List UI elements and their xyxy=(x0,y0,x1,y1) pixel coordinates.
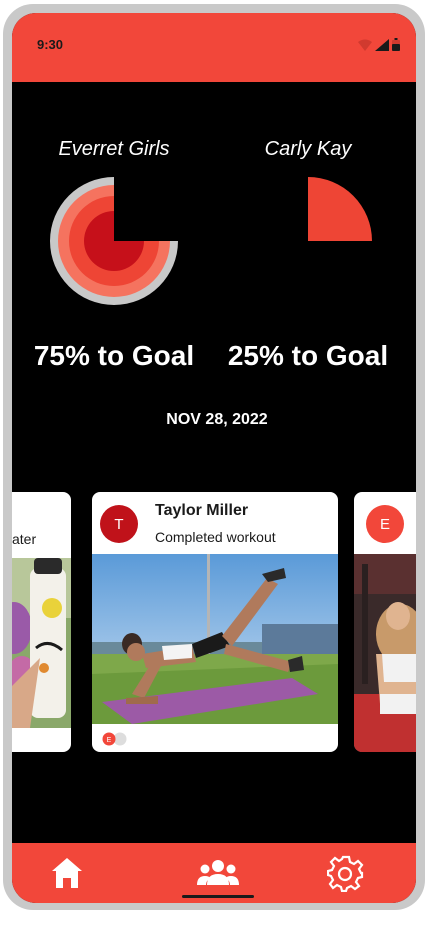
wifi-icon xyxy=(358,39,372,51)
settings-icon xyxy=(327,855,364,892)
avatar-initial: T xyxy=(114,515,124,533)
pie-wedge xyxy=(84,211,144,271)
pie-wedge xyxy=(308,177,372,241)
status-bar: 9:30 xyxy=(12,13,416,82)
feed-card-partial-left[interactable]: ater xyxy=(12,492,71,752)
status-time: 9:30 xyxy=(37,37,64,52)
nav-home[interactable] xyxy=(32,843,102,903)
progress-pie-chart xyxy=(308,177,372,241)
card-photo xyxy=(354,554,416,752)
feed-card-partial-right[interactable]: E xyxy=(354,492,416,752)
progress-percent-label: 25% to Goal xyxy=(227,340,389,371)
avatar[interactable]: T xyxy=(100,505,138,543)
reaction-avatars[interactable]: E xyxy=(100,732,130,746)
progress-percent-label: 75% to Goal xyxy=(33,340,195,371)
card-status: ater xyxy=(12,531,37,547)
card-user-name: Taylor Miller xyxy=(155,502,249,519)
nav-groups[interactable] xyxy=(182,843,254,903)
signal-icon xyxy=(375,39,389,51)
phone-frame: 9:30 Everret Girls 75% to Goal Carly Kay… xyxy=(3,4,425,910)
reaction-initial: E xyxy=(107,737,112,744)
progress-pie-chart xyxy=(50,177,178,305)
active-tab-indicator xyxy=(182,895,254,898)
feed-card[interactable]: T Taylor Miller Completed workout E xyxy=(92,492,338,752)
progress-name: Carly Kay xyxy=(264,138,352,160)
card-status: Completed workout xyxy=(155,529,276,545)
card-photo xyxy=(12,558,71,728)
app-screen: 9:30 Everret Girls 75% to Goal Carly Kay… xyxy=(12,13,416,903)
battery-icon xyxy=(392,38,400,51)
workout-photo xyxy=(92,554,338,724)
status-icons xyxy=(358,38,400,51)
bottom-nav xyxy=(12,843,416,903)
progress-carly-kay: Carly Kay 25% to Goal xyxy=(208,137,408,371)
home-icon xyxy=(52,858,82,888)
progress-name: Everret Girls xyxy=(58,138,170,160)
avatar-initial: E xyxy=(379,515,390,533)
avatar[interactable]: E xyxy=(366,505,404,543)
feed-date: NOV 28, 2022 xyxy=(166,411,268,428)
progress-everret-girls: Everret Girls 75% to Goal xyxy=(14,137,214,371)
group-icon xyxy=(197,860,239,885)
nav-settings[interactable] xyxy=(318,843,374,903)
